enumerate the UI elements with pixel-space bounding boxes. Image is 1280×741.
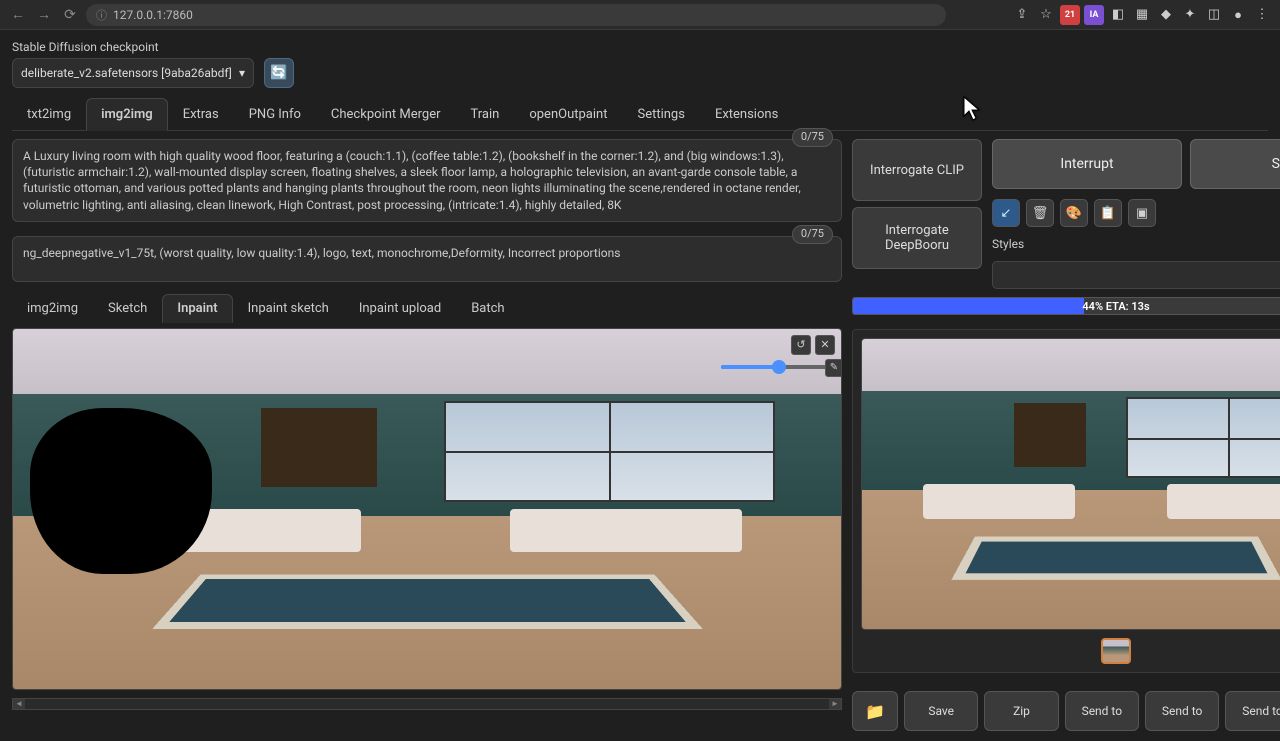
url-text: 127.0.0.1:7860: [113, 8, 193, 22]
open-folder-button[interactable]: 📁: [852, 691, 898, 731]
sidepanel-icon[interactable]: ◫: [1204, 5, 1224, 25]
tab-openoutpaint[interactable]: openOutpaint: [514, 98, 622, 130]
output-thumbnail[interactable]: [1101, 638, 1131, 664]
zip-button[interactable]: Zip: [984, 691, 1058, 731]
prompt-positive[interactable]: 0/75 A Luxury living room with high qual…: [12, 139, 842, 222]
extension-icon-1[interactable]: 21: [1060, 5, 1080, 25]
prompt-negative-text: ng_deepnegative_v1_75t, (worst quality, …: [23, 246, 620, 260]
send-to-button-1[interactable]: Send to: [1065, 691, 1139, 731]
token-counter-negative: 0/75: [792, 225, 833, 244]
extension-icon-5[interactable]: ◆: [1156, 5, 1176, 25]
canvas-scrollbar[interactable]: [12, 698, 842, 710]
progress-text: 44% ETA: 13s: [853, 298, 1280, 314]
skip-button[interactable]: Skip: [1190, 139, 1280, 189]
tool-extra-button[interactable]: ▣: [1128, 199, 1156, 227]
tool-arrow-button[interactable]: ↙: [992, 199, 1020, 227]
tab-pnginfo[interactable]: PNG Info: [234, 98, 316, 130]
subtab-inpaint[interactable]: Inpaint: [162, 294, 232, 323]
tool-styles-button[interactable]: 🎨: [1060, 199, 1088, 227]
progress-bar: 44% ETA: 13s: [852, 297, 1280, 315]
back-button[interactable]: ←: [8, 5, 28, 25]
subtab-inpaint-upload[interactable]: Inpaint upload: [344, 294, 456, 322]
tab-extras[interactable]: Extras: [168, 98, 234, 130]
tab-extensions[interactable]: Extensions: [700, 98, 793, 130]
tab-img2img[interactable]: img2img: [86, 98, 168, 131]
inpaint-canvas[interactable]: ↺ ✕ ✎: [12, 328, 842, 690]
extension-icon-2[interactable]: IA: [1084, 5, 1104, 25]
output-image[interactable]: [861, 338, 1280, 630]
kebab-menu-icon[interactable]: ⋮: [1252, 5, 1272, 25]
chevron-down-icon: ▾: [239, 66, 245, 80]
tool-clipboard-button[interactable]: 📋: [1094, 199, 1122, 227]
sub-tabs: img2img Sketch Inpaint Inpaint sketch In…: [12, 294, 842, 322]
clear-button[interactable]: ✕: [815, 335, 835, 355]
subtab-img2img[interactable]: img2img: [12, 294, 93, 322]
extension-icon-4[interactable]: ▦: [1132, 5, 1152, 25]
interrupt-button[interactable]: Interrupt: [992, 139, 1182, 189]
prompt-negative[interactable]: 0/75 ng_deepnegative_v1_75t, (worst qual…: [12, 236, 842, 282]
generated-image: [862, 339, 1280, 629]
extensions-menu-icon[interactable]: ✦: [1180, 5, 1200, 25]
extension-icon-3[interactable]: ◧: [1108, 5, 1128, 25]
tab-settings[interactable]: Settings: [622, 98, 699, 130]
tab-train[interactable]: Train: [456, 98, 515, 130]
forward-button[interactable]: →: [34, 5, 54, 25]
checkpoint-refresh-button[interactable]: 🔄: [264, 58, 294, 88]
token-counter-positive: 0/75: [792, 128, 833, 147]
styles-label: Styles: [992, 237, 1024, 251]
profile-avatar[interactable]: ●: [1228, 5, 1248, 25]
share-icon[interactable]: ⇪: [1012, 5, 1032, 25]
brush-color-button[interactable]: ✎: [825, 359, 842, 377]
interrogate-clip-button[interactable]: Interrogate CLIP: [852, 139, 982, 201]
main-tabs: txt2img img2img Extras PNG Info Checkpoi…: [12, 98, 1268, 131]
send-to-button-2[interactable]: Send to: [1145, 691, 1219, 731]
address-bar[interactable]: ⓘ 127.0.0.1:7860: [86, 4, 946, 26]
save-button[interactable]: Save: [904, 691, 978, 731]
subtab-inpaint-sketch[interactable]: Inpaint sketch: [233, 294, 344, 322]
tab-checkpoint-merger[interactable]: Checkpoint Merger: [316, 98, 456, 130]
subtab-sketch[interactable]: Sketch: [93, 294, 162, 322]
browser-toolbar: ← → ⟳ ⓘ 127.0.0.1:7860 ⇪ ☆ 21 IA ◧ ▦ ◆ ✦…: [0, 0, 1280, 30]
bookmark-icon[interactable]: ☆: [1036, 5, 1056, 25]
interrogate-deepbooru-label: Interrogate DeepBooru: [853, 223, 981, 253]
subtab-batch[interactable]: Batch: [456, 294, 519, 322]
undo-button[interactable]: ↺: [791, 335, 811, 355]
checkpoint-value: deliberate_v2.safetensors [9aba26abdf]: [21, 66, 232, 80]
reload-button[interactable]: ⟳: [60, 5, 80, 25]
brush-size-slider[interactable]: [721, 365, 831, 369]
styles-select[interactable]: × ▾: [992, 261, 1280, 289]
tab-txt2img[interactable]: txt2img: [12, 98, 86, 130]
prompt-positive-text: A Luxury living room with high quality w…: [23, 149, 801, 212]
inpaint-mask: [30, 408, 212, 574]
interrogate-deepbooru-button[interactable]: Interrogate DeepBooru: [852, 207, 982, 269]
site-info-icon: ⓘ: [96, 7, 107, 23]
send-to-button-3[interactable]: Send to: [1225, 691, 1280, 731]
checkpoint-select[interactable]: deliberate_v2.safetensors [9aba26abdf] ▾: [12, 58, 254, 88]
tool-trash-button[interactable]: 🗑: [1026, 199, 1054, 227]
checkpoint-label: Stable Diffusion checkpoint: [12, 40, 1268, 54]
